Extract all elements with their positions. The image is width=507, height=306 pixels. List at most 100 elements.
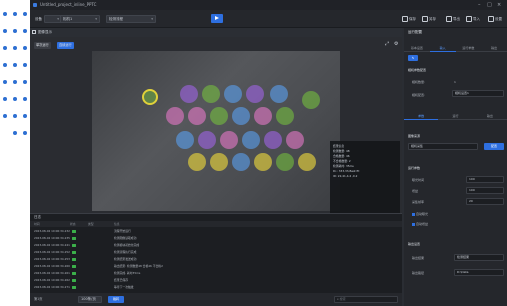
config-tabs: 基本设置 输入 运行参数 输出 — [404, 44, 507, 52]
checkbox-icon — [412, 212, 415, 216]
export-icon — [446, 16, 452, 22]
log-header-row: 时间 状态 类型 信息 — [30, 221, 402, 227]
exposure-input[interactable]: 100 — [466, 176, 504, 183]
search-input[interactable]: ⌕ 搜索 — [334, 296, 398, 303]
detection-marker — [254, 107, 272, 125]
chevron-down-icon: ▾ — [95, 17, 97, 21]
auto-exposure-label: 自动曝光 — [416, 212, 429, 216]
title-bar: Untitled_project_inline_PPTC – □ × — [30, 0, 507, 10]
status-ok-icon — [72, 257, 76, 261]
fit-view-icon[interactable]: ⤢ — [385, 41, 389, 47]
minimize-icon[interactable]: – — [478, 0, 481, 10]
chevron-down-icon: ▾ — [151, 17, 153, 21]
detection-marker — [276, 153, 294, 171]
log-message: 检测结果发送成功 — [114, 257, 137, 261]
log-row: 2023-08-02 10:06:34.232 流程开始运行 — [30, 228, 402, 234]
tab-output[interactable]: 输出 — [481, 44, 507, 52]
log-row: 2023-08-02 10:06:34.261 检测完成, 耗时35ms — [30, 270, 402, 276]
close-icon[interactable]: × — [497, 0, 501, 10]
edit-button[interactable]: ✎ — [408, 55, 418, 61]
subtab-output[interactable]: 输出 — [472, 112, 507, 120]
output-result-label: 输出结果 — [412, 256, 425, 260]
log-time: 2023-08-02 10:06:34.271 — [34, 285, 70, 289]
framerate-input[interactable]: 20 — [466, 198, 504, 205]
config-panel: 运行配置 基本设置 输入 运行参数 输出 ✎ 相机参数配置 相机数量: 1 相机… — [404, 28, 507, 306]
detection-marker — [254, 153, 272, 171]
config-header: 运行配置 — [408, 30, 422, 34]
save-tool[interactable]: 保存 — [402, 15, 416, 23]
status-ok-icon — [72, 250, 76, 254]
pagination-bar: 第1页 100条/页 跳转 ⌕ 搜索 — [30, 293, 402, 306]
continuous-run-button[interactable]: 连续运行 — [57, 42, 74, 49]
log-time: 2023-08-02 10:06:34.232 — [34, 229, 70, 233]
output-path-input[interactable]: D:\Data — [454, 269, 504, 276]
log-title: 日志 — [34, 215, 41, 219]
camera-config-label: 相机配置: — [412, 93, 426, 97]
tab-input[interactable]: 输入 — [429, 44, 456, 52]
detection-marker — [298, 153, 316, 171]
chevron-down-icon: ▾ — [57, 17, 59, 21]
image-panel-title: 图像显示 — [30, 28, 402, 37]
gain-input[interactable]: 100 — [466, 187, 504, 194]
app-icon — [33, 3, 37, 7]
log-message: 流程开始运行 — [114, 229, 131, 233]
export-tool[interactable]: 导出 — [446, 15, 460, 23]
run-button[interactable] — [211, 14, 223, 23]
search-placeholder: 搜索 — [339, 297, 346, 301]
source-section-title: 图像来源 — [408, 134, 421, 138]
log-row: 2023-08-02 10:06:34.271 等待下一次触发 — [30, 284, 402, 290]
log-time: 2023-08-02 10:06:34.260 — [34, 264, 70, 268]
single-run-button[interactable]: 单次运行 — [34, 42, 51, 49]
subtab-params[interactable]: 参数 — [404, 112, 439, 120]
detection-marker — [210, 153, 228, 171]
detection-marker — [242, 131, 260, 149]
save-icon — [402, 16, 408, 22]
log-row: 2023-08-02 10:06:34.241 检测模块初始化完成 — [30, 242, 402, 248]
output-result-select[interactable]: 检测结果 — [454, 254, 504, 261]
log-row: 2023-08-02 10:06:34.253 检测结果发送成功 — [30, 256, 402, 262]
log-message: 等待下一次触发 — [114, 285, 134, 289]
log-message: 结果已保存 — [114, 278, 128, 282]
log-row: 2023-08-02 10:06:34.262 结果已保存 — [30, 277, 402, 283]
save-tool-label: 保存 — [409, 17, 416, 21]
mode-select[interactable]: 相机1 ▾ — [60, 15, 100, 23]
subtab-run[interactable]: 运行 — [438, 112, 473, 120]
import-tool[interactable]: 导入 — [466, 15, 480, 23]
decorative-dots — [0, 12, 30, 137]
status-ok-icon — [72, 271, 76, 275]
source-config-button[interactable]: 配置 — [484, 143, 504, 150]
auto-exposure-checkbox[interactable]: 自动曝光 — [412, 212, 428, 216]
camera-count-value: 1 — [454, 80, 456, 84]
tab-run-params[interactable]: 运行参数 — [455, 44, 482, 52]
framerate-label: 采集帧率 — [412, 200, 425, 204]
source-value: 相机采集 — [411, 144, 424, 148]
settings-tool[interactable]: 设置 — [488, 15, 502, 23]
page-size-value: 100条/页 — [81, 297, 96, 301]
camera-image — [92, 51, 340, 211]
log-panel: 日志 时间 状态 类型 信息 2023-08-02 10:06:34.232 流程… — [30, 213, 402, 293]
flow-select[interactable]: 检测流程 ▾ — [106, 15, 156, 23]
log-time: 2023-08-02 10:06:34.252 — [34, 250, 70, 254]
maximize-icon[interactable]: □ — [487, 0, 492, 10]
settings-icon[interactable]: ⚙ — [394, 41, 398, 47]
saveas-tool-label: 另存 — [429, 17, 436, 21]
device-label: 设备 — [35, 17, 42, 21]
go-button[interactable]: 跳转 — [108, 296, 124, 303]
saveas-tool[interactable]: 另存 — [422, 15, 436, 23]
auto-gain-checkbox[interactable]: 自动增益 — [412, 222, 428, 226]
image-canvas[interactable]: 单次运行 连续运行 ⤢ ⚙ 结果信息 检测数量: 48 合格数量: 46 不合格… — [30, 37, 402, 213]
tab-basic[interactable]: 基本设置 — [404, 44, 430, 52]
source-select[interactable]: 相机采集 — [408, 143, 478, 150]
detection-marker — [302, 91, 320, 109]
camera-config-select[interactable]: 相机设置1 — [452, 90, 504, 97]
detection-marker — [220, 131, 238, 149]
camera-config-value: 相机设置1 — [455, 91, 469, 95]
page-size-select[interactable]: 100条/页 — [78, 296, 102, 303]
detection-marker — [198, 131, 216, 149]
camera-section-title: 相机参数配置 — [408, 68, 427, 72]
log-message: 检测图像读取成功 — [114, 236, 137, 240]
checkbox-icon — [412, 222, 415, 226]
detection-marker — [188, 153, 206, 171]
detection-marker — [276, 107, 294, 125]
log-time: 2023-08-02 10:06:34.262 — [34, 278, 70, 282]
